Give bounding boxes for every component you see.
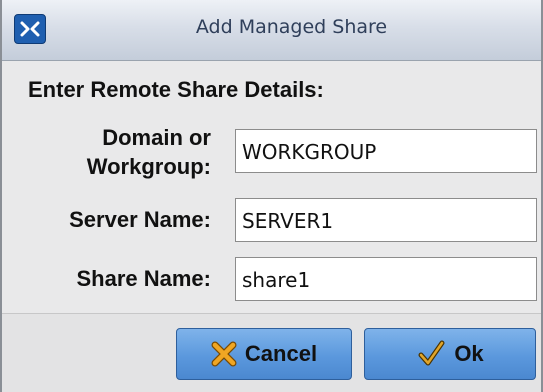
domain-label-line1: Domain or [102, 125, 211, 150]
ok-button[interactable]: Ok [364, 328, 536, 380]
share-name-label: Share Name: [76, 266, 211, 291]
share-name-field[interactable]: share1 [235, 257, 537, 301]
add-managed-share-dialog: Add Managed Share Enter Remote Share Det… [0, 0, 543, 392]
cancel-button[interactable]: Cancel [176, 328, 352, 380]
title-bar[interactable]: Add Managed Share [2, 0, 541, 61]
cancel-button-label: Cancel [244, 341, 318, 366]
server-name-field[interactable]: SERVER1 [235, 198, 537, 242]
dialog-title: Add Managed Share [195, 16, 388, 38]
domain-label: Domain or Workgroup: [87, 123, 211, 181]
form-heading: Enter Remote Share Details: [28, 77, 324, 102]
checkmark-icon [416, 339, 446, 369]
x-icon [211, 341, 237, 367]
ok-button-label: Ok [454, 341, 484, 366]
form-area: Enter Remote Share Details: Domain or Wo… [2, 61, 541, 314]
domain-field[interactable]: WORKGROUP [235, 129, 537, 173]
server-name-label: Server Name: [69, 207, 211, 232]
domain-label-line2: Workgroup: [86, 154, 211, 179]
button-bar: Cancel Ok [2, 313, 541, 392]
